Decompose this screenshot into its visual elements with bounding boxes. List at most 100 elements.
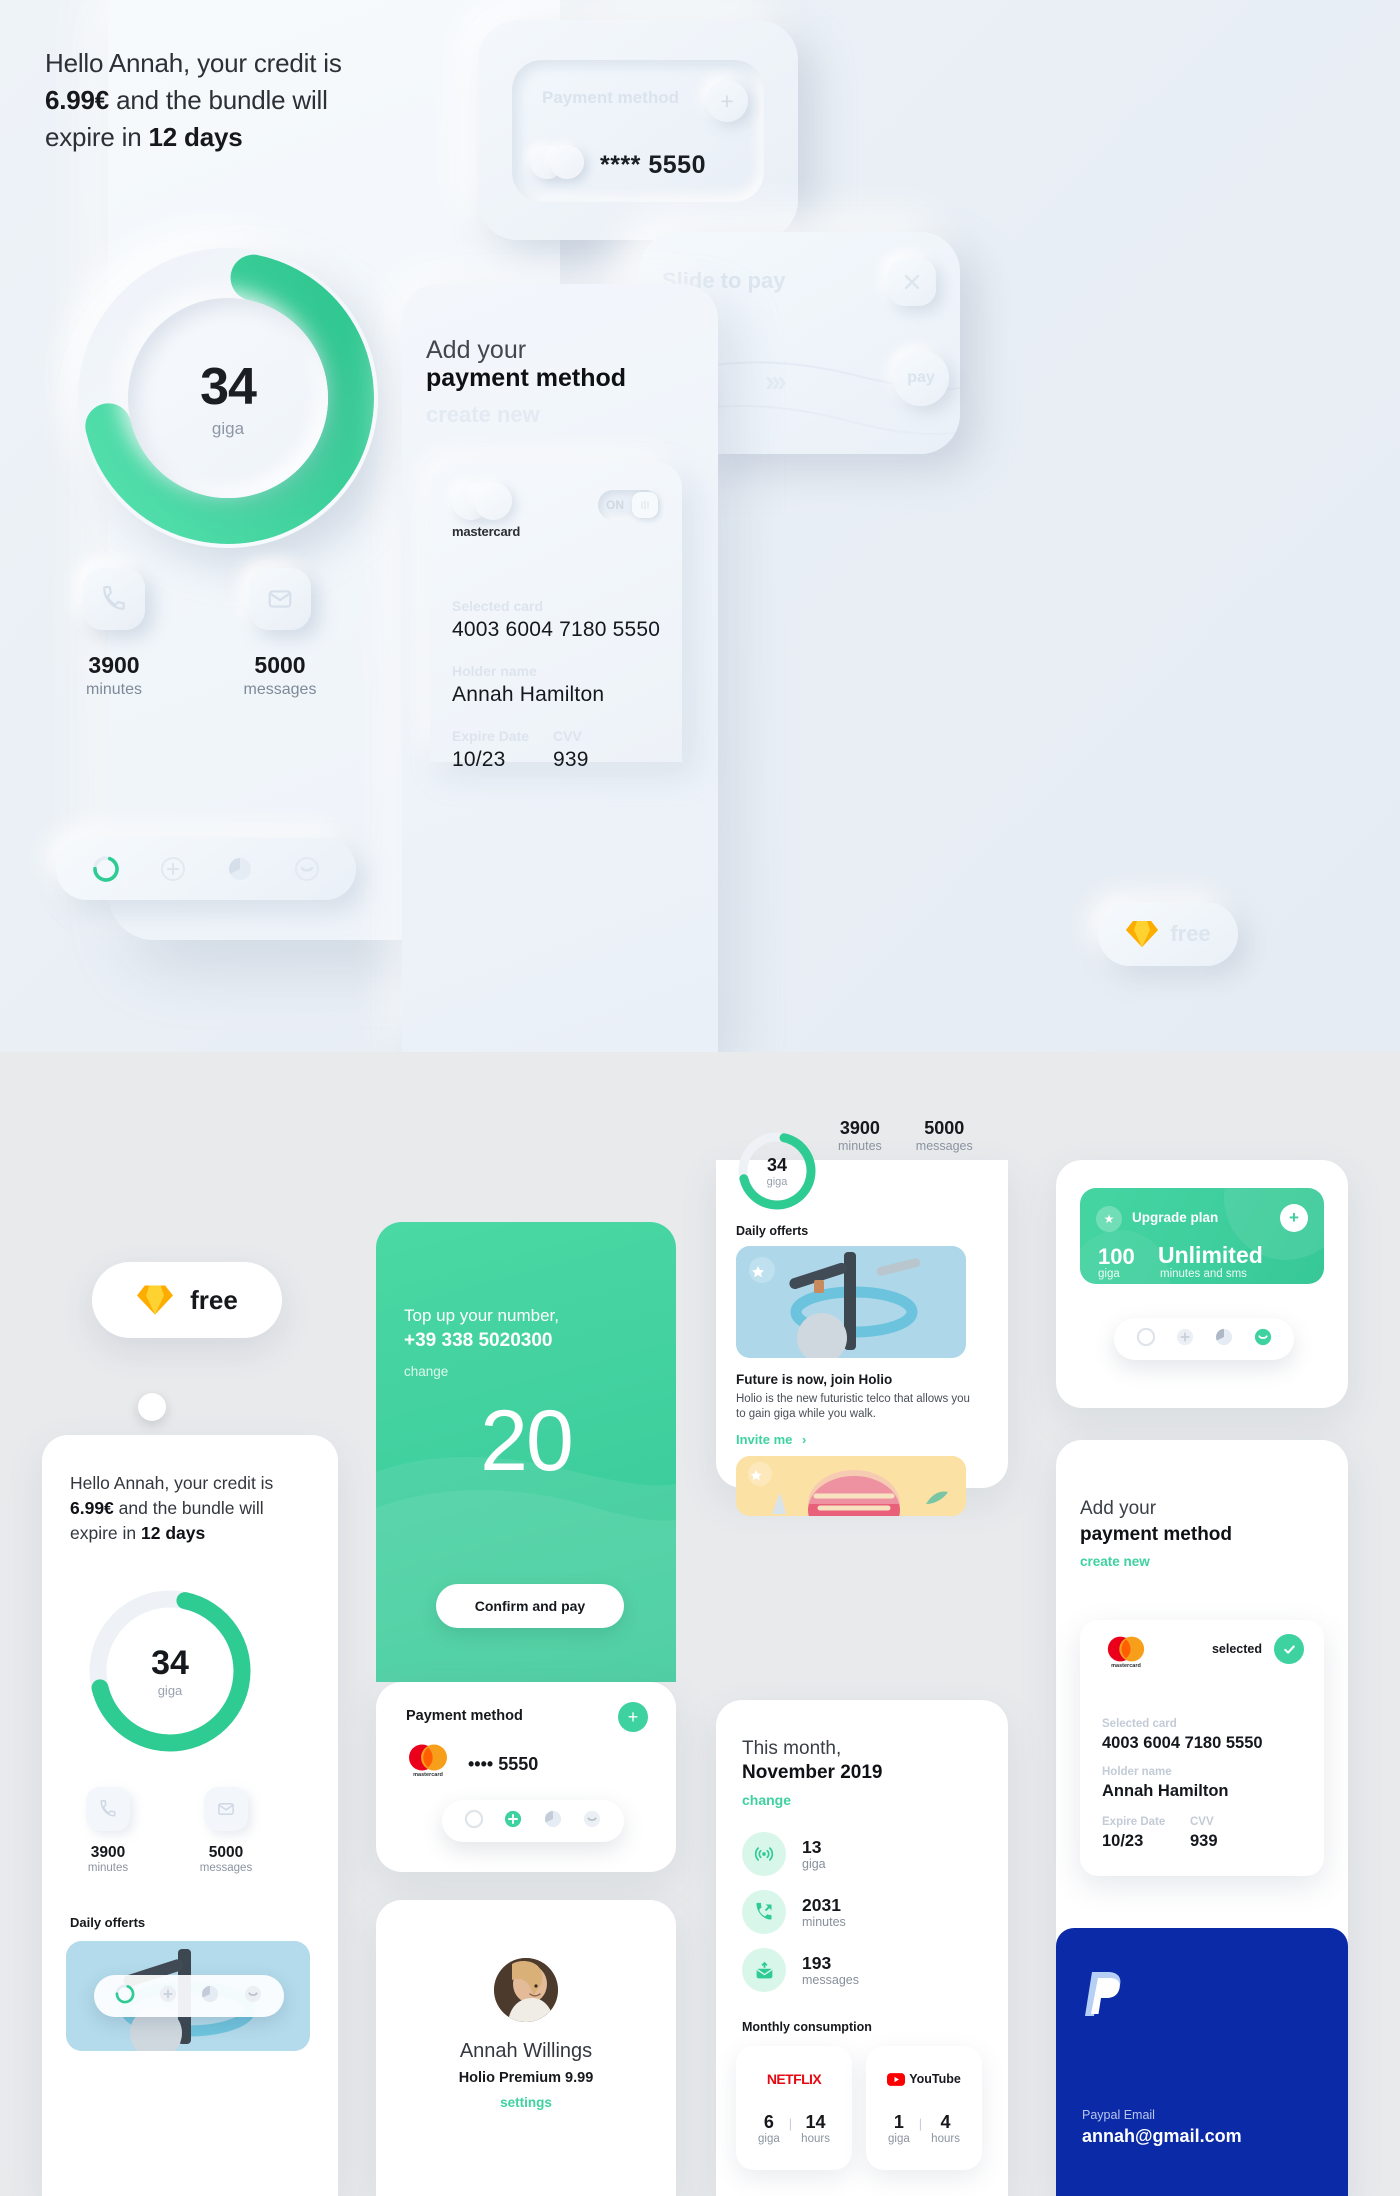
plus-icon[interactable]	[502, 1808, 524, 1835]
stat-label: messages	[199, 1862, 253, 1874]
consumption-tiles: NETFLIX 6 giga | 14 hours YouTube 1 giga | …	[736, 2046, 982, 2170]
upgrade-banner[interactable]: ★ Upgrade plan + 100 giga Unlimited minu…	[1080, 1188, 1324, 1284]
add-payment-plus-button[interactable]: +	[706, 80, 748, 122]
bottom-nav-bar[interactable]	[1114, 1318, 1294, 1360]
stats-row: 3900 minutes 5000 messages	[70, 1787, 310, 1874]
bottom-nav-bar[interactable]	[56, 838, 356, 900]
offer-hero-image[interactable]	[736, 1246, 966, 1358]
tile-giga-value: 6	[763, 2112, 774, 2132]
chevron-right-icon: ›	[801, 1432, 807, 1447]
change-month-link[interactable]: change	[742, 1792, 791, 1808]
bottom-nav-bar[interactable]	[442, 1800, 624, 1842]
change-number-link[interactable]: change	[404, 1364, 448, 1379]
top-showcase-section: Hello Annah, your credit is 6.99€ and th…	[0, 0, 1400, 1052]
greeting-text: Hello Annah, your credit is 6.99€ and th…	[70, 1471, 310, 1546]
smiley-icon[interactable]	[581, 1808, 603, 1835]
profile-plan: Holio Premium 9.99	[458, 2070, 594, 2086]
free-badge-label: free	[190, 1284, 238, 1315]
amount-slider-knob[interactable]	[138, 1393, 166, 1421]
selected-card-label: Selected card	[452, 598, 544, 614]
greeting-days: 12 days	[148, 122, 243, 152]
data-donut-chart: 34 giga	[36, 248, 416, 548]
donut-center: 34 giga	[128, 298, 328, 498]
pay-button[interactable]: pay	[893, 350, 949, 406]
sketch-diamond-icon	[1126, 921, 1159, 947]
donut-value: 34	[151, 1644, 189, 1682]
sketch-free-badge[interactable]: free	[1098, 902, 1238, 966]
greeting-days: 12 days	[141, 1523, 206, 1543]
mastercard-wordmark: mastercard	[1111, 1663, 1141, 1669]
star-icon: ★	[1096, 1206, 1122, 1232]
ring-icon[interactable]	[1135, 1326, 1157, 1353]
envelope-icon	[249, 568, 311, 630]
expire-date-label: Expire Date	[1102, 1816, 1166, 1828]
selected-card-panel: mastercard selected Selected card 4003 6…	[1080, 1620, 1324, 1876]
consumption-tile-youtube[interactable]: YouTube 1 giga | 4 hours	[866, 2046, 982, 2170]
smiley-icon[interactable]	[1252, 1326, 1274, 1353]
close-icon[interactable]	[888, 258, 936, 306]
settings-link[interactable]: settings	[376, 2095, 676, 2110]
ring-icon[interactable]	[114, 1983, 136, 2010]
mastercard-wordmark: mastercard	[413, 1772, 443, 1778]
toggle-label: ON	[606, 498, 624, 512]
create-new-link[interactable]: create new	[1080, 1554, 1150, 1569]
usage-value: 2031	[802, 1895, 841, 1915]
plus-icon[interactable]	[156, 852, 190, 886]
card-on-toggle[interactable]: ON	[598, 490, 660, 520]
netflix-logo-icon: NETFLIX	[766, 2068, 822, 2090]
bottom-nav-bar[interactable]	[94, 1975, 284, 2017]
pie-icon[interactable]	[223, 852, 257, 886]
create-new-link[interactable]: create new	[426, 402, 540, 428]
consumption-tile-netflix[interactable]: NETFLIX 6 giga | 14 hours	[736, 2046, 852, 2170]
dashboard-offers-card: 34 giga 3900 minutes 5000 messages Daily…	[716, 1118, 1008, 1516]
confirm-and-pay-button[interactable]: Confirm and pay	[436, 1584, 624, 1628]
smiley-icon[interactable]	[290, 852, 324, 886]
payment-method-title: Payment method	[406, 1708, 523, 1724]
ring-icon[interactable]	[89, 852, 123, 886]
selected-label: selected	[1211, 1642, 1262, 1656]
plus-icon[interactable]	[1174, 1326, 1196, 1353]
usage-label: messages	[802, 1973, 859, 1987]
pie-icon[interactable]	[1213, 1326, 1235, 1353]
usage-row-messages: 193 messages	[742, 1948, 982, 1992]
daily-offers-title: Daily offerts	[736, 1224, 809, 1238]
cvv-value: 939	[1190, 1832, 1218, 1850]
tile-separator: |	[788, 2116, 793, 2131]
offer-hero-image-2[interactable]	[736, 1456, 966, 1516]
usage-rows: 13 giga 2031 minutes 193 messages	[742, 1832, 982, 2006]
pie-icon[interactable]	[542, 1808, 564, 1835]
paypal-logo-icon	[1085, 1972, 1121, 2016]
stat-label: minutes	[838, 1139, 882, 1153]
stat-minutes: 3900 minutes	[70, 1787, 146, 1874]
invite-me-link[interactable]: Invite me ›	[736, 1432, 806, 1447]
tile-giga-label: giga	[888, 2133, 910, 2145]
netflix-wordmark: NETFLIX	[766, 2071, 822, 2087]
stat-minutes: 3900 minutes	[838, 1118, 882, 1153]
usage-value: 193	[802, 1953, 832, 1973]
sketch-free-badge-bottom[interactable]: free	[92, 1262, 282, 1338]
add-plan-button[interactable]: +	[1280, 1204, 1308, 1232]
add-payment-line1: Add your	[1080, 1498, 1157, 1519]
stat-value: 5000	[208, 1844, 244, 1861]
youtube-logo-icon: YouTube	[887, 2068, 961, 2090]
paypal-card[interactable]: Paypal Email annah@gmail.com	[1056, 1928, 1348, 2196]
plus-icon[interactable]	[157, 1983, 179, 2010]
smiley-icon[interactable]	[242, 1983, 264, 2010]
donut-unit: giga	[766, 1175, 788, 1188]
stats-row: 3900 minutes 5000 messages	[838, 1118, 973, 1153]
check-icon[interactable]	[1274, 1634, 1304, 1664]
topup-phone: +39 338 5020300	[404, 1330, 553, 1351]
pie-icon[interactable]	[199, 1983, 221, 2010]
topup-title: Top up your number,	[404, 1306, 559, 1325]
card-number-masked: •••• 5550	[468, 1754, 539, 1774]
add-payment-plus-button[interactable]: +	[618, 1702, 648, 1732]
ring-icon[interactable]	[463, 1808, 485, 1835]
greeting-pre: Hello Annah, your credit is	[45, 48, 342, 78]
phone-icon	[742, 1890, 786, 1934]
holder-name-value: Annah Hamilton	[452, 683, 605, 706]
data-donut-chart: 34 giga	[734, 1128, 820, 1214]
mastercard-wordmark: mastercard	[452, 524, 521, 539]
selected-card-label: Selected card	[1102, 1718, 1177, 1730]
avatar[interactable]	[494, 1958, 558, 2022]
stat-label: minutes	[87, 1862, 129, 1874]
